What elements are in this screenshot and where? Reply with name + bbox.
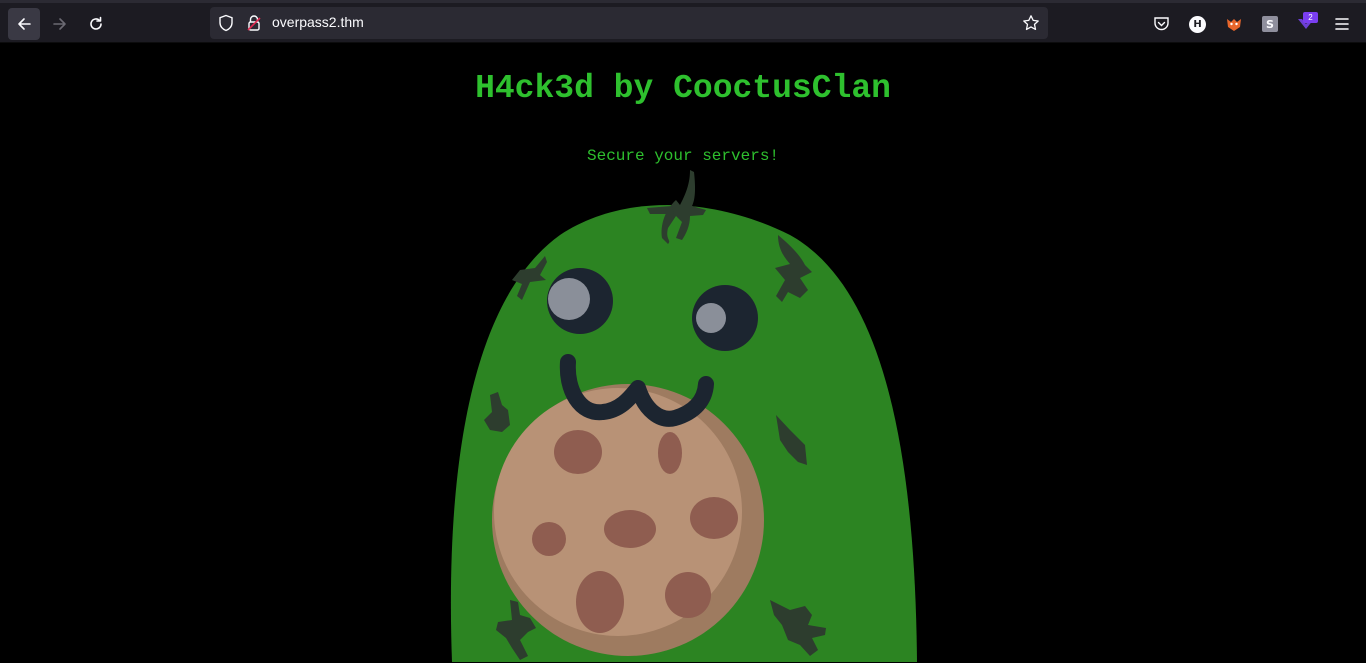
page-content: H4ck3d by CooctusClan Secure your server…	[0, 43, 1366, 662]
bookmark-star-icon[interactable]	[1022, 14, 1040, 32]
extension-badge: 2	[1303, 12, 1318, 23]
insecure-lock-icon[interactable]	[246, 14, 262, 32]
s-extension-letter: S	[1266, 17, 1274, 31]
cooctus-mascot-image	[450, 170, 917, 662]
reload-icon	[90, 16, 102, 30]
page-title: H4ck3d by CooctusClan	[475, 70, 891, 107]
tracking-shield-icon[interactable]	[218, 14, 234, 32]
s-extension-icon[interactable]: S	[1262, 16, 1278, 32]
arrow-left-icon	[18, 18, 31, 30]
pocket-icon[interactable]	[1153, 16, 1170, 32]
address-bar[interactable]: overpass2.thm	[210, 7, 1048, 39]
profile-initial: H	[1193, 19, 1202, 30]
foxyproxy-extension-icon[interactable]	[1225, 15, 1243, 33]
menu-hamburger-icon[interactable]	[1334, 17, 1350, 31]
url-text[interactable]: overpass2.thm	[272, 14, 364, 30]
back-button[interactable]	[8, 8, 40, 40]
profile-extension-icon[interactable]: H	[1189, 16, 1206, 33]
forward-button[interactable]	[44, 8, 76, 40]
browser-toolbar: overpass2.thm H S 2	[0, 0, 1366, 43]
arrow-right-icon	[53, 18, 66, 30]
reload-button[interactable]	[80, 8, 112, 40]
